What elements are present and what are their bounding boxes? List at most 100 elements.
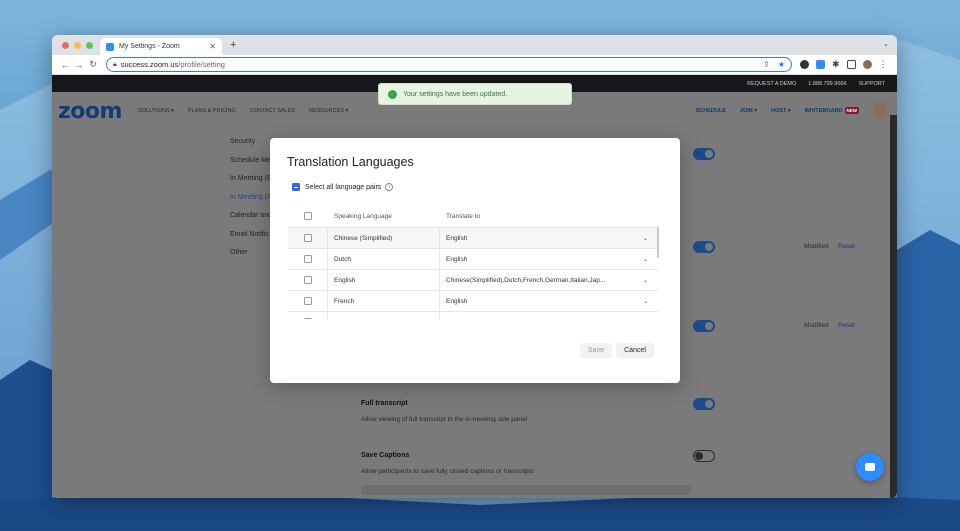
settings-sidenav: Security Schedule Me In Meeting (B In Me…: [230, 138, 272, 268]
more-menu-icon[interactable]: ⋮: [879, 59, 888, 70]
nav-plans-pricing[interactable]: PLANS & PRICING: [188, 108, 236, 114]
sidenav-calendar[interactable]: Calendar and: [230, 212, 272, 219]
new-badge: NEW: [844, 107, 859, 114]
success-toast: Your settings have been updated.: [378, 83, 572, 105]
setting-toggle[interactable]: [693, 148, 715, 160]
save-captions-title: Save Captions: [361, 452, 410, 459]
url-host: success.zoom.us: [120, 60, 179, 69]
row-checkbox[interactable]: [303, 318, 312, 319]
reload-icon[interactable]: ↻: [86, 59, 100, 70]
chevron-down-icon: ⌄: [642, 277, 648, 284]
nav-join[interactable]: JOIN ▾: [740, 108, 757, 114]
full-transcript-toggle[interactable]: [693, 398, 715, 410]
chat-button[interactable]: [856, 453, 884, 481]
nav-resources[interactable]: RESOURCES ▾: [309, 108, 348, 114]
support-link[interactable]: SUPPORT: [859, 81, 886, 87]
toast-message: Your settings have been updated.: [403, 90, 508, 98]
col-speaking-language: Speaking Language: [334, 212, 392, 220]
nav-host[interactable]: HOST ▾: [771, 108, 791, 114]
select-all-checkbox[interactable]: [292, 183, 300, 191]
tab-close-icon[interactable]: ✕: [209, 42, 216, 51]
translate-to-select[interactable]: English ⌄: [440, 256, 658, 263]
zoom-extension-icon[interactable]: [816, 60, 825, 69]
profile-avatar-icon[interactable]: [862, 60, 872, 69]
url-path: /profile/setting: [178, 60, 225, 69]
sidenav-other[interactable]: Other: [230, 249, 272, 256]
whiteboard-label: WHITEBOARD: [804, 108, 843, 114]
phone-number: 1.888.799.9666: [808, 80, 847, 87]
share-icon[interactable]: ⇪: [763, 60, 770, 69]
translation-languages-dialog: Translation Languages Select all languag…: [270, 138, 680, 383]
modified-label: Modified: [804, 243, 829, 250]
row-checkbox[interactable]: [303, 276, 312, 284]
translate-to-value: English: [446, 255, 468, 263]
avatar[interactable]: [873, 103, 887, 119]
translate-to-select[interactable]: English ⌄: [440, 298, 658, 305]
tab-title: My Settings - Zoom: [119, 43, 180, 50]
row-checkbox[interactable]: [303, 297, 312, 305]
translate-to-select[interactable]: Chinese(Simplified),Dutch,French,German,…: [440, 277, 658, 284]
header-checkbox[interactable]: [304, 212, 312, 220]
table-row: [288, 311, 658, 319]
zoom-settings-page: REQUEST A DEMO 1.888.799.9666 SUPPORT zo…: [52, 75, 897, 498]
side-panel-icon[interactable]: [846, 60, 856, 69]
info-icon[interactable]: i: [385, 183, 394, 191]
translate-to-value: English: [446, 234, 468, 242]
window-controls: [62, 42, 93, 49]
speaking-language-cell: Chinese (Simplified): [328, 228, 440, 248]
tab-list-chevron-icon[interactable]: ⌄: [883, 40, 889, 48]
browser-tab[interactable]: My Settings - Zoom ✕: [100, 38, 222, 55]
sidenav-security[interactable]: Security: [230, 138, 272, 145]
full-transcript-desc: Allow viewing of full transcript in the …: [361, 416, 528, 423]
request-demo-link[interactable]: REQUEST A DEMO: [747, 81, 796, 87]
table-row: Dutch English ⌄: [288, 248, 658, 269]
table-scrollbar[interactable]: [657, 226, 659, 258]
speaking-language-cell: Dutch: [328, 249, 440, 269]
translate-to-value: Chinese(Simplified),Dutch,French,German,…: [446, 276, 606, 284]
setting-toggle[interactable]: [693, 320, 715, 332]
table-row: English Chinese(Simplified),Dutch,French…: [288, 269, 658, 290]
page-scrollbar[interactable]: [890, 115, 897, 498]
speaking-language-cell: French: [328, 291, 440, 311]
row-checkbox[interactable]: [303, 234, 312, 242]
select-all-row[interactable]: Select all language pairs i: [292, 183, 394, 191]
reset-link[interactable]: Reset: [838, 243, 855, 250]
back-arrow-icon[interactable]: ←: [58, 60, 72, 70]
lock-icon: 🔒︎: [113, 60, 117, 68]
row-checkbox[interactable]: [303, 255, 312, 263]
save-button[interactable]: Save: [580, 343, 612, 358]
zoom-logo[interactable]: zoom: [58, 99, 122, 124]
sidenav-in-meeting-advanced[interactable]: In Meeting (A: [230, 194, 272, 201]
tab-bar: My Settings - Zoom ✕ + ⌄: [52, 35, 897, 55]
save-captions-toggle[interactable]: [693, 450, 715, 462]
extension-icon[interactable]: [800, 60, 809, 69]
setting-toggle[interactable]: [693, 241, 715, 253]
sidenav-email-notifications[interactable]: Email Notific: [230, 231, 272, 238]
minimize-window-button[interactable]: [74, 42, 81, 49]
extensions-puzzle-icon[interactable]: ✱: [832, 59, 840, 70]
new-tab-button[interactable]: +: [230, 39, 236, 51]
check-circle-icon: [388, 89, 397, 99]
speaking-language-cell: English: [328, 270, 440, 290]
sidenav-in-meeting-basic[interactable]: In Meeting (B: [230, 175, 272, 182]
modified-label: Modified: [804, 322, 829, 329]
close-window-button[interactable]: [62, 42, 69, 49]
table-header: Speaking Language Translate to: [288, 205, 658, 227]
bookmark-star-icon[interactable]: ★: [778, 60, 785, 69]
full-transcript-title: Full transcript: [361, 400, 408, 407]
reset-link[interactable]: Reset: [838, 322, 855, 329]
url-input[interactable]: 🔒︎ success.zoom.us /profile/setting ⇪ ★: [106, 57, 792, 72]
forward-arrow-icon[interactable]: →: [72, 60, 86, 70]
nav-contact-sales[interactable]: CONTACT SALES: [250, 108, 295, 114]
cancel-button[interactable]: Cancel: [616, 343, 654, 358]
chevron-down-icon: ⌄: [642, 256, 648, 263]
nav-schedule[interactable]: SCHEDULE: [696, 108, 726, 114]
translate-to-select[interactable]: English ⌄: [440, 235, 658, 242]
chat-bubble-icon: [865, 463, 875, 471]
nav-whiteboard[interactable]: WHITEBOARD NEW: [804, 107, 859, 114]
sidenav-schedule-meeting[interactable]: Schedule Me: [230, 157, 272, 164]
nav-solutions[interactable]: SOLUTIONS ▾: [138, 108, 174, 114]
maximize-window-button[interactable]: [86, 42, 93, 49]
address-bar: ← → ↻ 🔒︎ success.zoom.us /profile/settin…: [52, 55, 897, 75]
setting-info-box: [361, 485, 691, 495]
